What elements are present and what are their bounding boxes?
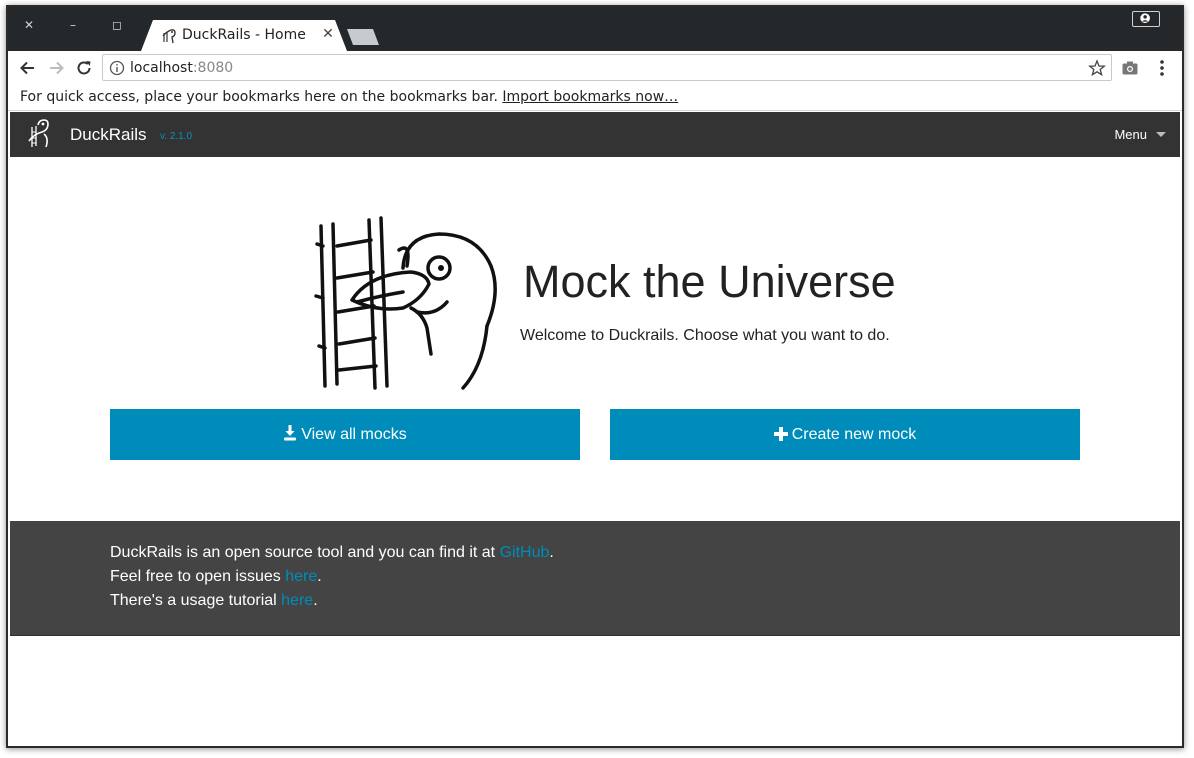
tab-title: DuckRails - Home xyxy=(182,27,306,43)
bookmarks-hint: For quick access, place your bookmarks h… xyxy=(20,89,503,105)
tab-active[interactable]: DuckRails - Home ✕ xyxy=(141,20,347,51)
more-menu-icon[interactable] xyxy=(1154,58,1170,78)
tab-strip: ✕ – ◻ DuckRails - Home ✕ xyxy=(8,7,1182,51)
bookmarks-message: For quick access, place your bookmarks h… xyxy=(20,89,678,105)
new-tab-button[interactable] xyxy=(347,29,379,45)
duck-favicon-icon xyxy=(162,29,176,44)
download-icon xyxy=(284,425,297,441)
footer-period-3: . xyxy=(313,592,318,609)
footer: DuckRails is an open source tool and you… xyxy=(10,521,1180,636)
info-icon[interactable] xyxy=(109,60,125,76)
window-maximize-icon[interactable]: ◻ xyxy=(109,17,125,33)
view-all-mocks-label: View all mocks xyxy=(301,426,407,443)
view-all-mocks-button[interactable]: View all mocks xyxy=(110,409,580,460)
bookmark-star-icon[interactable] xyxy=(1088,59,1106,77)
top-navbar: DuckRails v. 2.1.0 Menu xyxy=(10,112,1180,157)
url-text: localhost:8080 xyxy=(130,60,233,76)
camera-icon[interactable] xyxy=(1121,59,1139,77)
footer-tutorial-text: There's a usage tutorial xyxy=(110,592,282,609)
footer-period-2: . xyxy=(317,568,322,585)
tab-close-icon[interactable]: ✕ xyxy=(320,26,336,42)
footer-line-tutorial: There's a usage tutorial here. xyxy=(110,592,318,610)
create-new-mock-label: Create new mock xyxy=(791,426,917,443)
menu-dropdown[interactable]: Menu xyxy=(1114,127,1166,142)
browser-toolbar: localhost:8080 xyxy=(8,51,1182,85)
footer-line-issues: Feel free to open issues here. xyxy=(110,568,322,586)
menu-label: Menu xyxy=(1114,127,1147,142)
page-content: DuckRails v. 2.1.0 Menu Mock the Univers… xyxy=(10,112,1180,746)
hero-title: Mock the Universe xyxy=(523,256,896,307)
duck-logo-icon[interactable] xyxy=(23,117,57,151)
footer-line-github: DuckRails is an open source tool and you… xyxy=(110,544,554,562)
brand-name[interactable]: DuckRails xyxy=(70,125,147,145)
create-new-mock-button[interactable]: Create new mock xyxy=(610,409,1080,460)
address-bar[interactable]: localhost:8080 xyxy=(102,54,1112,81)
github-link[interactable]: GitHub xyxy=(500,544,550,561)
person-icon xyxy=(1140,13,1150,23)
browser-window: ✕ – ◻ DuckRails - Home ✕ localhost:8080 … xyxy=(6,5,1184,748)
profile-button[interactable] xyxy=(1132,11,1160,27)
caret-down-icon xyxy=(1156,132,1166,137)
window-minimize-icon[interactable]: – xyxy=(65,17,81,33)
issues-link[interactable]: here xyxy=(285,568,317,585)
footer-period-1: . xyxy=(549,544,554,561)
back-arrow-icon[interactable] xyxy=(18,58,38,78)
window-close-icon[interactable]: ✕ xyxy=(21,17,37,33)
url-host: localhost xyxy=(130,60,193,76)
reload-icon[interactable] xyxy=(74,58,94,78)
hero-subtitle: Welcome to Duckrails. Choose what you wa… xyxy=(520,327,890,344)
duck-ladder-illustration xyxy=(314,216,497,390)
bookmarks-bar: For quick access, place your bookmarks h… xyxy=(8,85,1182,111)
forward-arrow-icon[interactable] xyxy=(46,58,66,78)
tutorial-link[interactable]: here xyxy=(281,592,313,609)
version-label: v. 2.1.0 xyxy=(160,131,193,142)
import-bookmarks-link[interactable]: Import bookmarks now… xyxy=(502,89,678,105)
url-port: :8080 xyxy=(192,60,234,76)
plus-icon xyxy=(773,427,788,441)
footer-github-text: DuckRails is an open source tool and you… xyxy=(110,544,500,561)
footer-issues-text: Feel free to open issues xyxy=(110,568,286,585)
